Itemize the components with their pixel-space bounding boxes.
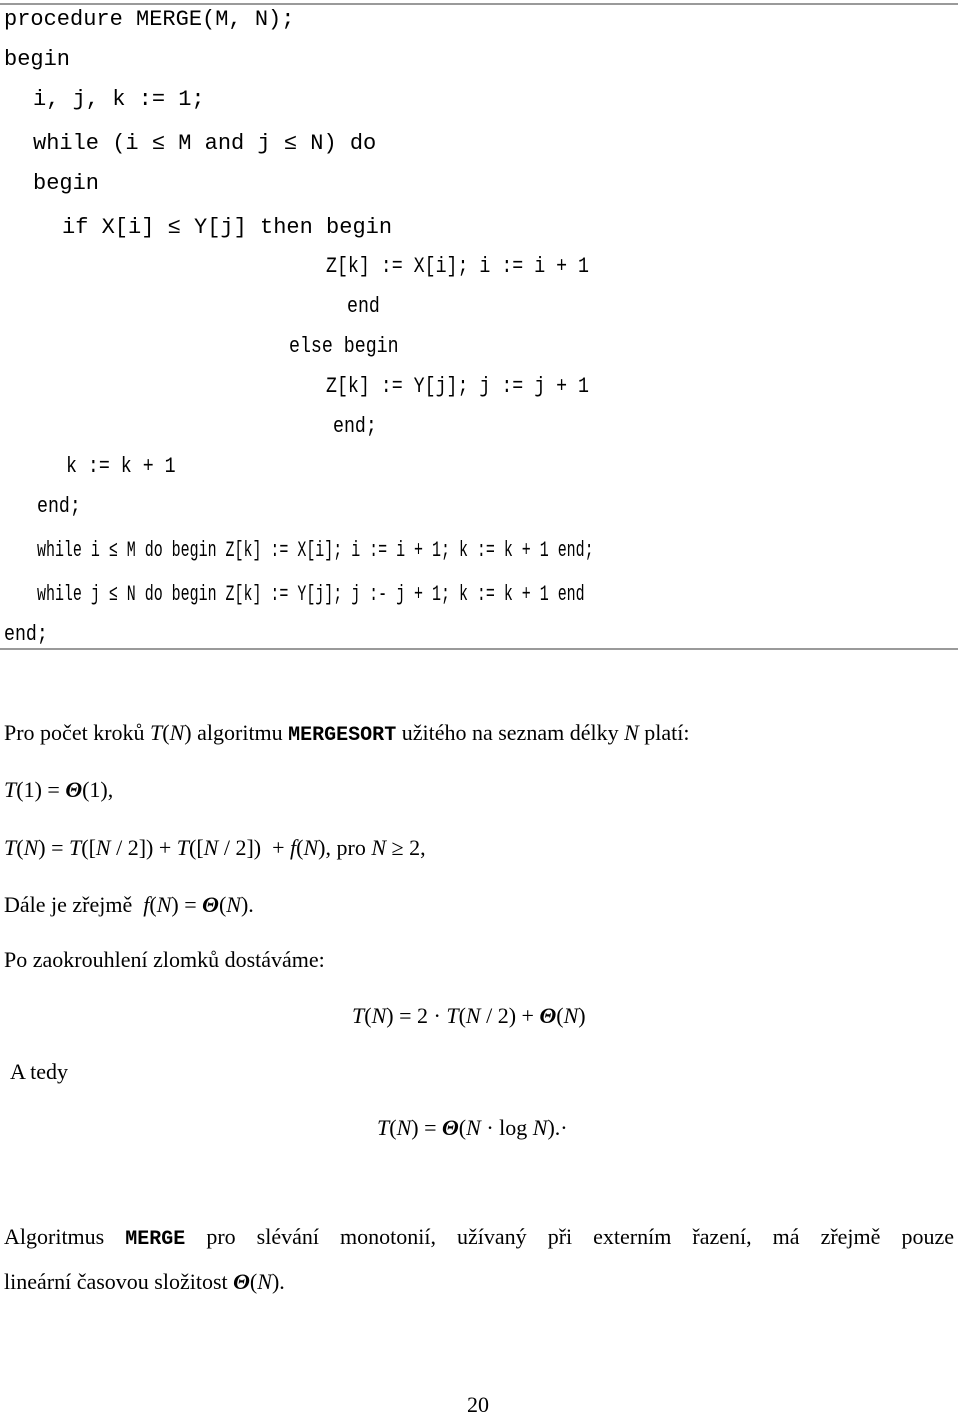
equation: T(N) = 2 · T(N / 2) + Θ(N) xyxy=(352,1003,586,1028)
code-line: end; xyxy=(333,414,377,439)
paragraph: Dále je zřejmě f(N) = Θ(N). xyxy=(4,892,254,917)
code-line: else begin xyxy=(289,334,399,359)
code-line: begin xyxy=(33,171,100,196)
code-line: i, j, k := 1; xyxy=(33,87,205,112)
paragraph: A tedy xyxy=(10,1059,69,1084)
top-rule xyxy=(0,3,958,5)
code-bottom-rule xyxy=(0,648,958,650)
paragraph: Algoritmus MERGE pro slévání monotonií, … xyxy=(4,1224,954,1251)
code-line: Z[k] := Y[j]; j := j + 1 xyxy=(326,374,589,399)
code-line: if X[i] ≤ Y[j] then begin xyxy=(62,215,393,240)
code-line: while j ≤ N do begin Z[k] := Y[j]; j :- … xyxy=(37,582,585,607)
code-line: while i ≤ M do begin Z[k] := X[i]; i := … xyxy=(37,538,594,563)
code-line: Z[k] := X[i]; i := i + 1 xyxy=(326,254,589,279)
code-line: while (i ≤ M and j ≤ N) do xyxy=(33,131,377,156)
paragraph: lineární časovou složitost Θ(N). xyxy=(4,1269,285,1294)
equation: T(N) = T([N / 2]) + T([N / 2]) + f(N), p… xyxy=(4,835,426,860)
paragraph: Po zaokrouhlení zlomků dostáváme: xyxy=(4,947,325,972)
paragraph: Pro počet kroků T(N) algoritmu MERGESORT… xyxy=(4,720,690,747)
code-line: k := k + 1 xyxy=(66,454,176,479)
code-line: procedure MERGE(M, N); xyxy=(4,7,295,32)
code-line: end xyxy=(347,294,380,319)
code-line: begin xyxy=(4,47,71,72)
code-line: end; xyxy=(4,622,48,647)
code-line: end; xyxy=(37,494,81,519)
equation: T(N) = Θ(N · log N).· xyxy=(377,1115,568,1140)
equation: T(1) = Θ(1), xyxy=(4,777,114,802)
